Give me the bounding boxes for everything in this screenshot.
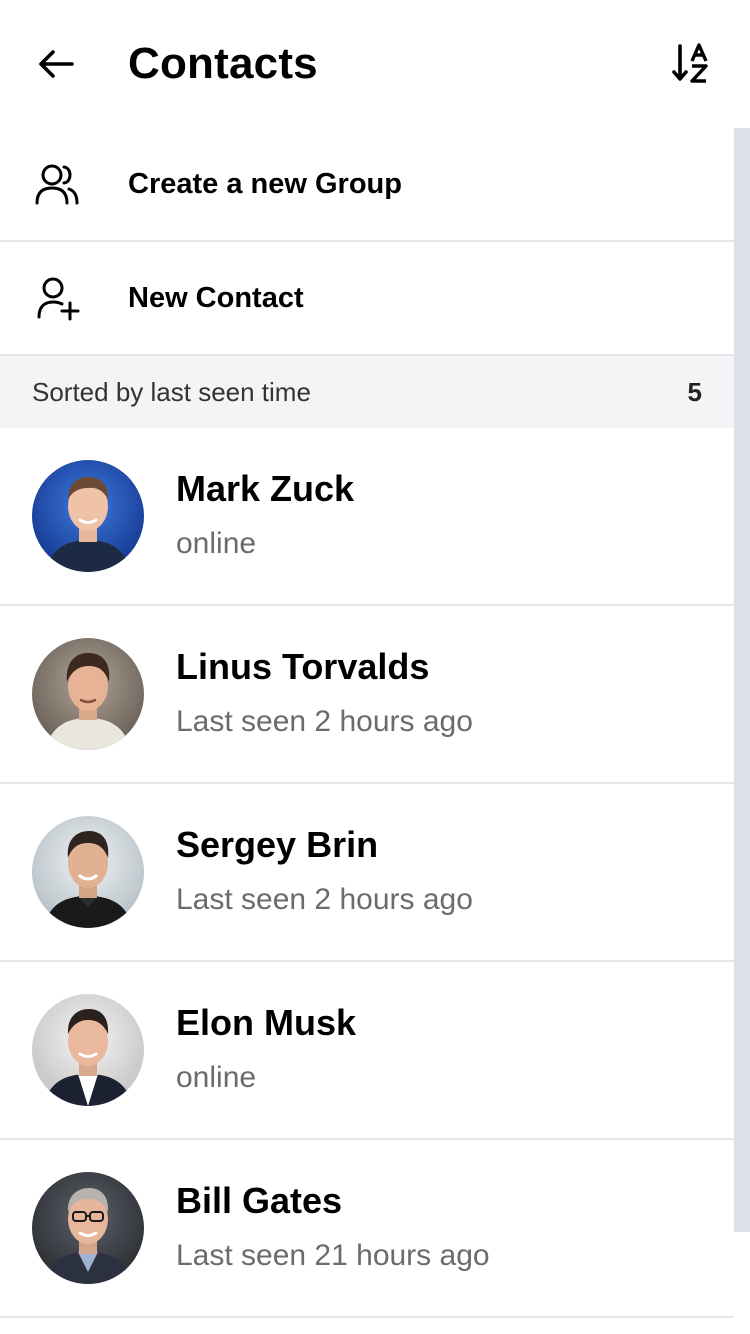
contact-status: Last seen 21 hours ago: [176, 1239, 490, 1272]
avatar: [32, 816, 144, 928]
contact-item[interactable]: Bill Gates Last seen 21 hours ago: [0, 1140, 734, 1318]
sort-alpha-az-icon: [672, 43, 708, 83]
create-group-label: Create a new Group: [128, 167, 402, 200]
contact-name: Elon Musk: [176, 1002, 357, 1043]
create-group-item[interactable]: Create a new Group: [0, 128, 734, 242]
contact-item[interactable]: Elon Musk online: [0, 962, 734, 1140]
contact-status: online: [176, 527, 257, 560]
contact-status: Last seen 2 hours ago: [176, 705, 473, 738]
contact-name: Linus Torvalds: [176, 646, 430, 687]
arrow-left-icon: [39, 50, 74, 78]
contact-item[interactable]: Sergey Brin Last seen 2 hours ago: [0, 784, 734, 962]
sort-description: Sorted by last seen time: [32, 377, 311, 407]
contact-status: Last seen 2 hours ago: [176, 883, 473, 916]
contact-item[interactable]: Linus Torvalds Last seen 2 hours ago: [0, 606, 734, 784]
contact-name: Mark Zuck: [176, 468, 355, 509]
new-contact-item[interactable]: New Contact: [0, 242, 734, 356]
top-app-bar: Contacts: [0, 0, 750, 128]
contact-name: Bill Gates: [176, 1180, 343, 1221]
new-contact-label: New Contact: [128, 281, 304, 314]
avatar: [32, 460, 144, 572]
contact-status: online: [176, 1061, 257, 1094]
contact-item[interactable]: Mark Zuck online: [0, 428, 734, 606]
back-button[interactable]: [26, 34, 86, 94]
contact-name: Sergey Brin: [176, 824, 379, 865]
scrollbar[interactable]: [734, 128, 750, 1232]
group-icon: [32, 159, 82, 209]
avatar: [32, 638, 144, 750]
sort-button[interactable]: [664, 34, 724, 94]
avatar: [32, 1172, 144, 1284]
page-title: Contacts: [128, 39, 318, 88]
add-person-icon: [32, 273, 82, 323]
contacts-list: Create a new Group New Contact Sorted by…: [0, 128, 734, 1318]
section-header: Sorted by last seen time 5: [0, 356, 734, 428]
contact-count: 5: [687, 377, 702, 407]
avatar: [32, 994, 144, 1106]
contacts-screen: Contacts Create a new Group New Contact …: [0, 0, 750, 1334]
